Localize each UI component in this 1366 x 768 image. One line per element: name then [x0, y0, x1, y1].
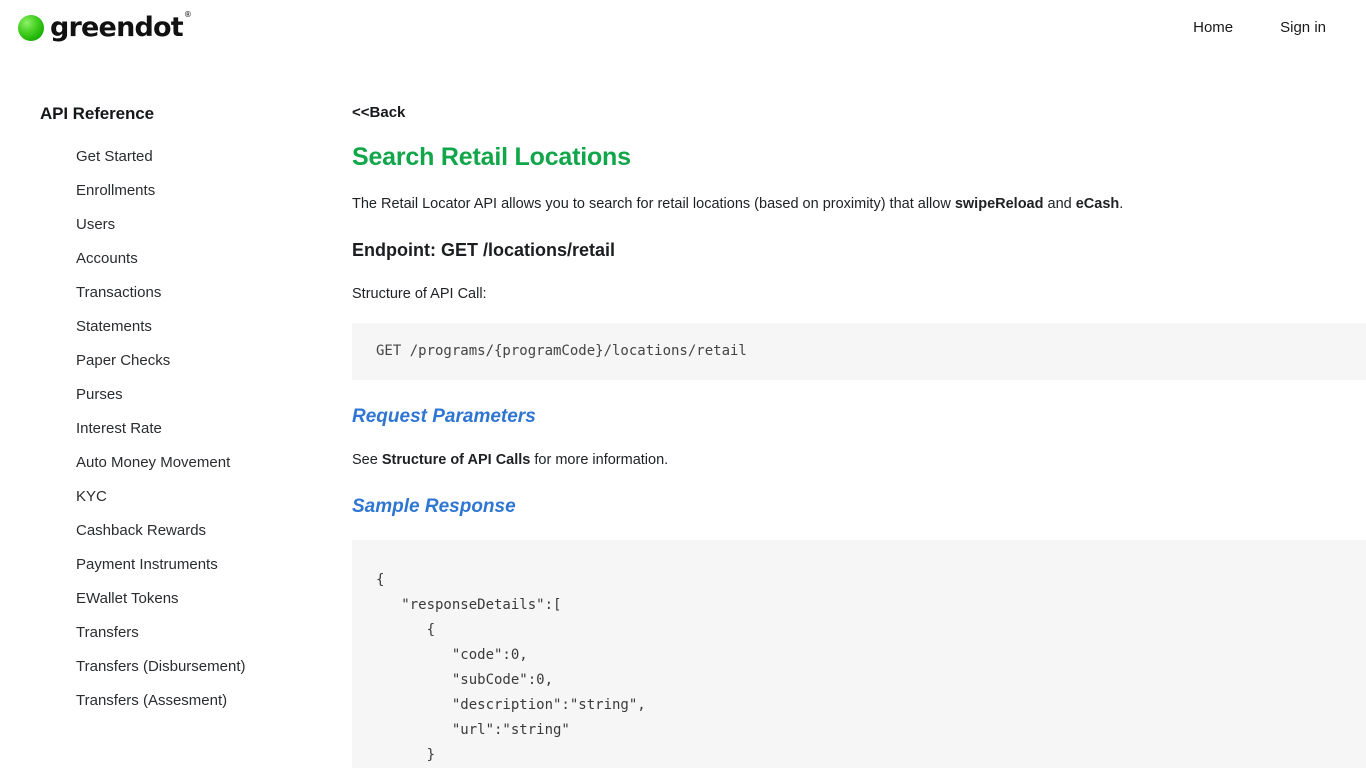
sidebar-item-transfers[interactable]: Transfers	[0, 616, 300, 650]
sidebar-item-paper-checks[interactable]: Paper Checks	[0, 344, 300, 378]
see-structure-line: See Structure of API Calls for more info…	[352, 450, 1366, 472]
intro-paragraph: The Retail Locator API allows you to sea…	[352, 194, 1366, 216]
nav-link-home[interactable]: Home	[1193, 19, 1233, 36]
see-bold-structure-of-api-calls: Structure of API Calls	[381, 452, 531, 469]
intro-text-part-2: and	[1043, 196, 1076, 212]
sidebar-item-payment-instruments[interactable]: Payment Instruments	[0, 548, 300, 582]
brand-word-text: greendot	[50, 12, 184, 43]
sidebar-item-ewallet-tokens[interactable]: EWallet Tokens	[0, 582, 300, 616]
sidebar-item-auto-money-movement[interactable]: Auto Money Movement	[0, 446, 300, 480]
sidebar-item-purses[interactable]: Purses	[0, 378, 300, 412]
intro-bold-ecash: eCash	[1075, 196, 1120, 212]
sidebar-nav-list: Get Started Enrollments Users Accounts T…	[0, 140, 352, 718]
intro-text-part-1: The Retail Locator API allows you to sea…	[352, 196, 955, 212]
see-text-part-1: See	[352, 452, 382, 469]
sidebar: API Reference Get Started Enrollments Us…	[0, 55, 352, 718]
page-layout: API Reference Get Started Enrollments Us…	[0, 55, 1366, 768]
sidebar-item-transactions[interactable]: Transactions	[0, 276, 300, 310]
green-dot-icon	[18, 14, 44, 41]
sidebar-item-cashback-rewards[interactable]: Cashback Rewards	[0, 514, 300, 548]
sidebar-item-statements[interactable]: Statements	[0, 310, 300, 344]
sidebar-item-accounts[interactable]: Accounts	[0, 242, 300, 276]
page-title: Search Retail Locations	[352, 143, 631, 171]
sidebar-item-transfers-disbursement[interactable]: Transfers (Disbursement)	[0, 650, 300, 684]
sidebar-item-kyc[interactable]: KYC	[0, 480, 300, 514]
api-call-code-block: GET /programs/{programCode}/locations/re…	[352, 322, 1366, 381]
sidebar-item-enrollments[interactable]: Enrollments	[0, 174, 300, 208]
sample-response-code-block: { "responseDetails":[ { "code":0, "subCo…	[352, 540, 1366, 768]
nav-link-sign-in[interactable]: Sign in	[1280, 19, 1326, 36]
intro-bold-swipereload: swipeReload	[954, 196, 1044, 212]
sidebar-item-get-started[interactable]: Get Started	[0, 140, 300, 174]
endpoint-heading: Endpoint: GET /locations/retail	[352, 239, 616, 260]
brand-logo[interactable]: greendot®	[18, 11, 192, 43]
sample-response-heading: Sample Response	[352, 496, 516, 518]
request-parameters-heading: Request Parameters	[352, 406, 536, 428]
structure-of-api-call-label: Structure of API Call:	[352, 285, 487, 302]
back-link[interactable]: <<Back	[352, 104, 405, 121]
sidebar-item-transfers-assesment[interactable]: Transfers (Assesment)	[0, 684, 300, 718]
sidebar-title: API Reference	[40, 104, 154, 123]
registered-trademark-icon: ®	[183, 10, 192, 19]
site-header: greendot® Home Sign in	[0, 0, 1366, 55]
intro-text-part-3: .	[1119, 196, 1124, 212]
brand-wordmark: greendot®	[50, 11, 192, 43]
main-content: <<Back Search Retail Locations The Retai…	[352, 55, 1366, 768]
sidebar-item-users[interactable]: Users	[0, 208, 300, 242]
see-text-part-2: for more information.	[530, 452, 669, 469]
sidebar-item-interest-rate[interactable]: Interest Rate	[0, 412, 300, 446]
header-navigation: Home Sign in	[1193, 0, 1326, 55]
